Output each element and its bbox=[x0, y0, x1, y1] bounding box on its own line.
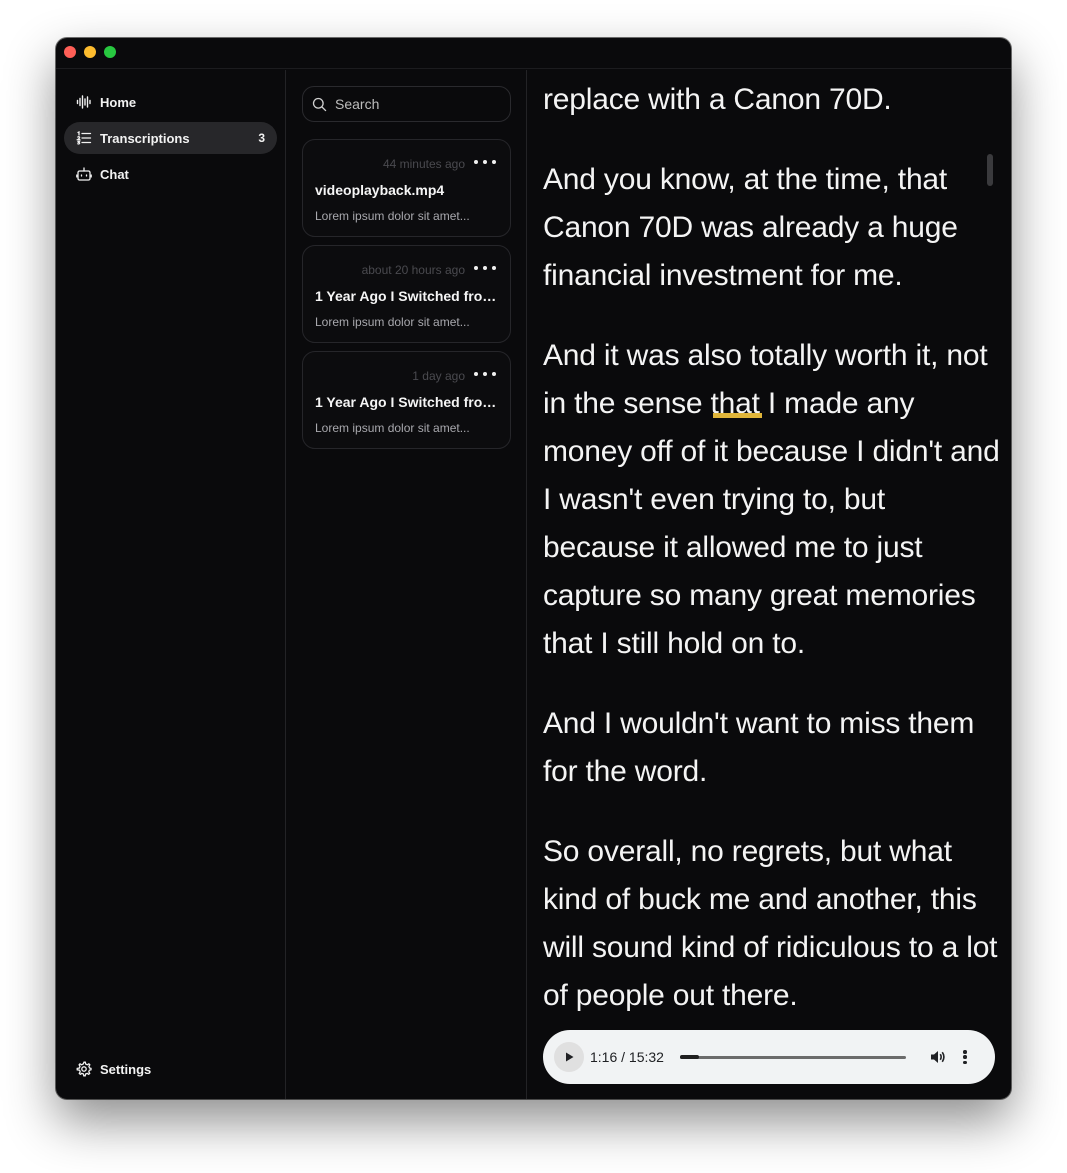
minimize-window-button[interactable] bbox=[84, 46, 96, 58]
duration: 15:32 bbox=[628, 1049, 664, 1065]
card-more-options-icon[interactable] bbox=[474, 260, 496, 276]
seek-progress bbox=[679, 1055, 699, 1059]
volume-icon bbox=[930, 1051, 945, 1063]
sidebar: Home Transcriptions 3 Chat Settings bbox=[56, 70, 286, 1099]
search-box[interactable] bbox=[302, 86, 511, 122]
seek-bar[interactable] bbox=[679, 1055, 906, 1059]
time-separator: / bbox=[617, 1049, 629, 1065]
robot-icon bbox=[76, 166, 92, 182]
sidebar-item-label: Chat bbox=[100, 166, 129, 182]
audio-player: 1:16 / 15:32 bbox=[543, 1030, 995, 1084]
card-preview: Lorem ipsum dolor sit amet... bbox=[315, 209, 470, 223]
search-input[interactable] bbox=[335, 96, 495, 112]
transcription-card[interactable]: about 20 hours ago 1 Year Ago I Switched… bbox=[302, 245, 511, 343]
current-word-highlight: that bbox=[710, 387, 760, 420]
transcription-card[interactable]: 1 day ago 1 Year Ago I Switched from Can… bbox=[302, 351, 511, 449]
play-icon bbox=[566, 1052, 574, 1062]
gear-icon bbox=[76, 1061, 92, 1077]
playback-time: 1:16 / 15:32 bbox=[590, 1049, 664, 1065]
transcript-paragraph: And you know, at the time, that Canon 70… bbox=[543, 163, 958, 292]
card-timestamp: about 20 hours ago bbox=[361, 263, 465, 277]
waveform-icon bbox=[76, 94, 92, 110]
card-more-options-icon[interactable] bbox=[474, 366, 496, 382]
card-timestamp: 1 day ago bbox=[412, 369, 465, 383]
card-title: 1 Year Ago I Switched from Canon to Sony bbox=[315, 394, 501, 410]
sidebar-item-home[interactable]: Home bbox=[64, 86, 277, 118]
sidebar-item-transcriptions[interactable]: Transcriptions 3 bbox=[64, 122, 277, 154]
title-bar bbox=[56, 38, 1011, 69]
transcription-card[interactable]: 44 minutes ago videoplayback.mp4 Lorem i… bbox=[302, 139, 511, 237]
transcript-text-after: I made any money off of it because I did… bbox=[543, 387, 1000, 660]
transcription-list-pane: 44 minutes ago videoplayback.mp4 Lorem i… bbox=[287, 70, 527, 1099]
close-window-button[interactable] bbox=[64, 46, 76, 58]
card-title: 1 Year Ago I Switched from Canon to Sony bbox=[315, 288, 501, 304]
transcript-pane: replace with a Canon 70D. And you know, … bbox=[527, 70, 1011, 1099]
numbered-list-icon bbox=[76, 130, 92, 146]
player-more-options-icon[interactable] bbox=[960, 1047, 970, 1067]
zoom-window-button[interactable] bbox=[104, 46, 116, 58]
sidebar-item-chat[interactable]: Chat bbox=[64, 158, 277, 190]
transcript-scrollbar[interactable] bbox=[987, 154, 993, 186]
card-timestamp: 44 minutes ago bbox=[382, 157, 465, 171]
search-icon bbox=[312, 97, 327, 112]
card-more-options-icon[interactable] bbox=[474, 154, 496, 170]
sidebar-item-label: Home bbox=[100, 94, 137, 110]
transcriptions-count-badge: 3 bbox=[258, 131, 265, 145]
transcript-paragraph: So overall, no regrets, but what kind of… bbox=[543, 835, 998, 1012]
sidebar-item-label: Transcriptions bbox=[100, 130, 190, 146]
card-preview: Lorem ipsum dolor sit amet... bbox=[315, 315, 470, 329]
volume-button[interactable] bbox=[928, 1047, 948, 1067]
card-title: videoplayback.mp4 bbox=[315, 182, 445, 198]
transcript-paragraph: And it was also totally worth it, not in… bbox=[543, 332, 1003, 668]
transcript-paragraph: replace with a Canon 70D. bbox=[543, 83, 892, 116]
play-button[interactable] bbox=[554, 1042, 584, 1072]
card-preview: Lorem ipsum dolor sit amet... bbox=[315, 421, 470, 435]
settings-label: Settings bbox=[100, 1061, 152, 1077]
settings-button[interactable]: Settings bbox=[76, 1061, 151, 1077]
transcript-paragraph: And I wouldn't want to miss them for the… bbox=[543, 707, 975, 788]
app-window: Home Transcriptions 3 Chat Settings Sear… bbox=[56, 38, 1011, 1099]
current-time: 1:16 bbox=[590, 1049, 618, 1065]
